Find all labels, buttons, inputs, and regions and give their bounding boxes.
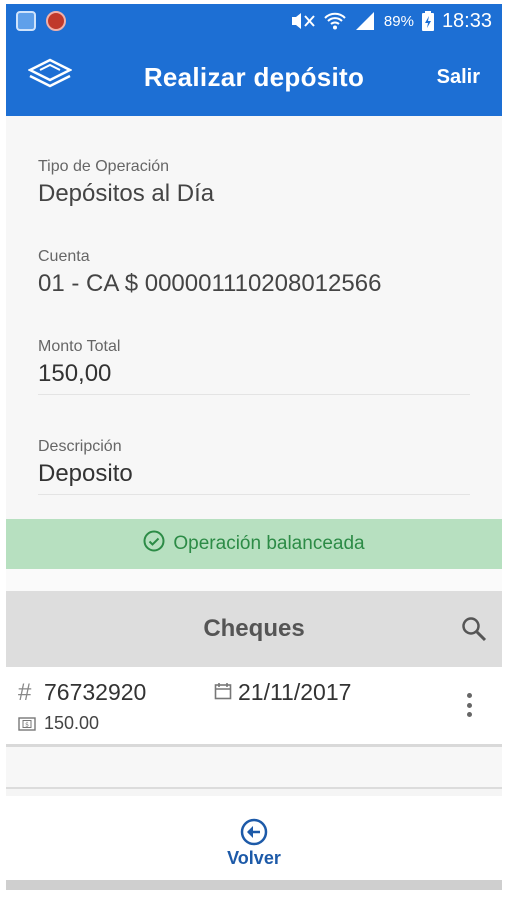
search-icon[interactable] — [460, 615, 488, 643]
total-amount-label: Monto Total — [38, 338, 121, 355]
checks-header: Cheques — [6, 591, 502, 667]
signal-icon — [354, 12, 376, 30]
calendar-icon — [214, 682, 232, 705]
total-amount-field: Monto Total 150,00 — [38, 338, 470, 416]
description-field: Descripción Deposito — [38, 438, 470, 495]
back-arrow-icon[interactable] — [240, 818, 268, 846]
money-icon: $ — [18, 717, 36, 736]
check-amount: 150.00 — [44, 713, 100, 733]
checks-title: Cheques — [203, 615, 305, 642]
status-bar: 89% 18:33 — [6, 4, 502, 38]
page-title: Realizar depósito — [143, 61, 365, 92]
exit-button[interactable]: Salir — [437, 66, 480, 89]
balanced-status-banner: Operación balanceada — [6, 519, 502, 569]
svg-text:$: $ — [25, 722, 29, 729]
footer-bar: Volver — [6, 796, 502, 890]
balanced-status-text: Operación balanceada — [173, 533, 365, 554]
check-number: 76732920 — [44, 679, 147, 705]
description-input[interactable]: Deposito — [38, 460, 470, 495]
total-amount-input[interactable]: 150,00 — [38, 360, 470, 395]
phone-screen: 89% 18:33 Realizar depósito Salir Tipo d… — [6, 4, 502, 890]
clock: 18:33 — [441, 9, 492, 32]
operation-type-value: Depósitos al Día — [38, 180, 215, 207]
hash-icon: # — [18, 679, 32, 706]
description-label: Descripción — [38, 438, 122, 455]
system-nav-bar — [6, 880, 502, 890]
account-field: Cuenta 01 - CA $ 000001110208012566 — [38, 248, 470, 320]
battery-icon — [421, 11, 434, 31]
wifi-icon — [324, 12, 346, 30]
account-value: 01 - CA $ 000001110208012566 — [38, 270, 382, 297]
deposit-form: Tipo de Operación Depósitos al Día Cuent… — [6, 116, 502, 519]
mute-icon — [290, 13, 316, 29]
operation-type-field: Tipo de Operación Depósitos al Día — [38, 158, 470, 230]
list-spacer — [6, 747, 502, 789]
app-icon — [16, 11, 36, 31]
section-gap — [6, 569, 502, 591]
check-list-item[interactable]: # 76732920 21/11/2017 $ 150.00 — [6, 667, 502, 747]
check-date: 21/11/2017 — [238, 679, 352, 705]
check-circle-icon — [143, 530, 165, 558]
app-icon-2 — [46, 11, 66, 31]
app-bar: Realizar depósito Salir — [6, 38, 502, 116]
back-button[interactable]: Volver — [227, 848, 281, 869]
account-label: Cuenta — [38, 248, 90, 265]
battery-percent: 89% — [383, 12, 414, 30]
operation-type-label: Tipo de Operación — [38, 158, 170, 175]
more-vertical-icon[interactable] — [466, 693, 472, 717]
